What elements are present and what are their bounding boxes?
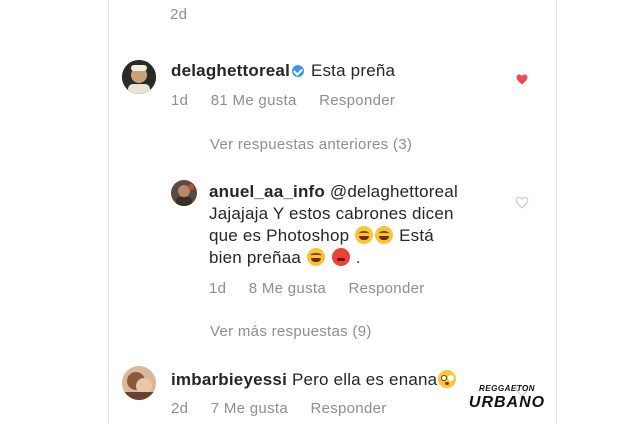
like-count[interactable]: 81 Me gusta — [211, 92, 297, 109]
comment-meta-2: 1d 8 Me gusta Responder — [209, 280, 443, 297]
comment-meta-3: 2d 7 Me gusta Responder — [171, 400, 405, 417]
right-divider — [556, 0, 557, 424]
comment-time: 2d — [171, 400, 189, 417]
comment-text: Pero ella es enana — [291, 370, 438, 389]
comment-meta-1: 1d 81 Me gusta Responder — [171, 92, 413, 109]
comment-time: 1d — [171, 92, 189, 109]
avatar-imbarbieyessi[interactable] — [122, 366, 156, 400]
comment-time: 1d — [209, 280, 227, 297]
watermark-main-text: URBANO — [468, 394, 546, 411]
red-face-emoji — [331, 248, 350, 267]
flushed-emoji — [438, 370, 457, 389]
comment-line-4-text: bien preñaa — [209, 248, 301, 268]
rofl-emoji — [355, 226, 374, 245]
view-more-replies-link[interactable]: Ver más respuestas (9) — [210, 323, 372, 340]
comment-line-4: bien preñaa . — [209, 247, 509, 269]
avatar-anuel-aa-info[interactable] — [171, 180, 197, 206]
comment-line-1: anuel_aa_info @delaghettoreal — [209, 181, 509, 203]
heart-outline-icon[interactable] — [515, 196, 529, 209]
rofl-emoji — [375, 226, 394, 245]
left-divider — [108, 0, 109, 424]
reggaeton-urbano-watermark-logo: REGGAETON URBANO — [462, 384, 552, 420]
view-previous-replies-link[interactable]: Ver respuestas anteriores (3) — [210, 136, 412, 153]
comment-text: Esta preña — [310, 61, 396, 80]
comment-imbarbieyessi: imbarbieyessi Pero ella es enana — [171, 369, 457, 391]
previous-comment-meta: 2d — [170, 6, 205, 23]
verified-badge-icon — [292, 64, 304, 77]
avatar-delaghettoreal[interactable] — [122, 60, 156, 94]
comment-line-3: que es Photoshop Está — [209, 225, 509, 247]
username-anuel-aa-info[interactable]: anuel_aa_info — [209, 182, 325, 201]
username-imbarbieyessi[interactable]: imbarbieyessi — [171, 370, 287, 389]
comment-line-3-text: que es Photoshop — [209, 226, 350, 245]
previous-comment-time: 2d — [170, 6, 188, 23]
comment-line-3-tail: Está — [399, 226, 434, 245]
avatar-image — [122, 60, 156, 94]
reply-button[interactable]: Responder — [310, 400, 386, 417]
comment-anuel-aa-info: anuel_aa_info @delaghettoreal Jajajaja Y… — [209, 181, 509, 269]
avatar-image — [171, 180, 197, 206]
comment-line-4-tail: . — [355, 248, 361, 268]
reply-button[interactable]: Responder — [319, 92, 395, 109]
comment-delaghettoreal: delaghettoreal Esta preña — [171, 60, 395, 82]
username-delaghettoreal[interactable]: delaghettoreal — [171, 61, 290, 80]
like-count[interactable]: 7 Me gusta — [211, 400, 288, 417]
reply-button[interactable]: Responder — [348, 280, 424, 297]
joy-emoji — [306, 248, 325, 267]
mention-link[interactable]: @delaghettoreal — [330, 182, 458, 201]
heart-filled-icon[interactable] — [516, 74, 528, 85]
watermark-top-text: REGGAETON — [479, 384, 535, 393]
like-count[interactable]: 8 Me gusta — [249, 280, 326, 297]
avatar-image — [122, 366, 156, 400]
comment-line-2: Jajajaja Y estos cabrones dicen — [209, 204, 454, 223]
